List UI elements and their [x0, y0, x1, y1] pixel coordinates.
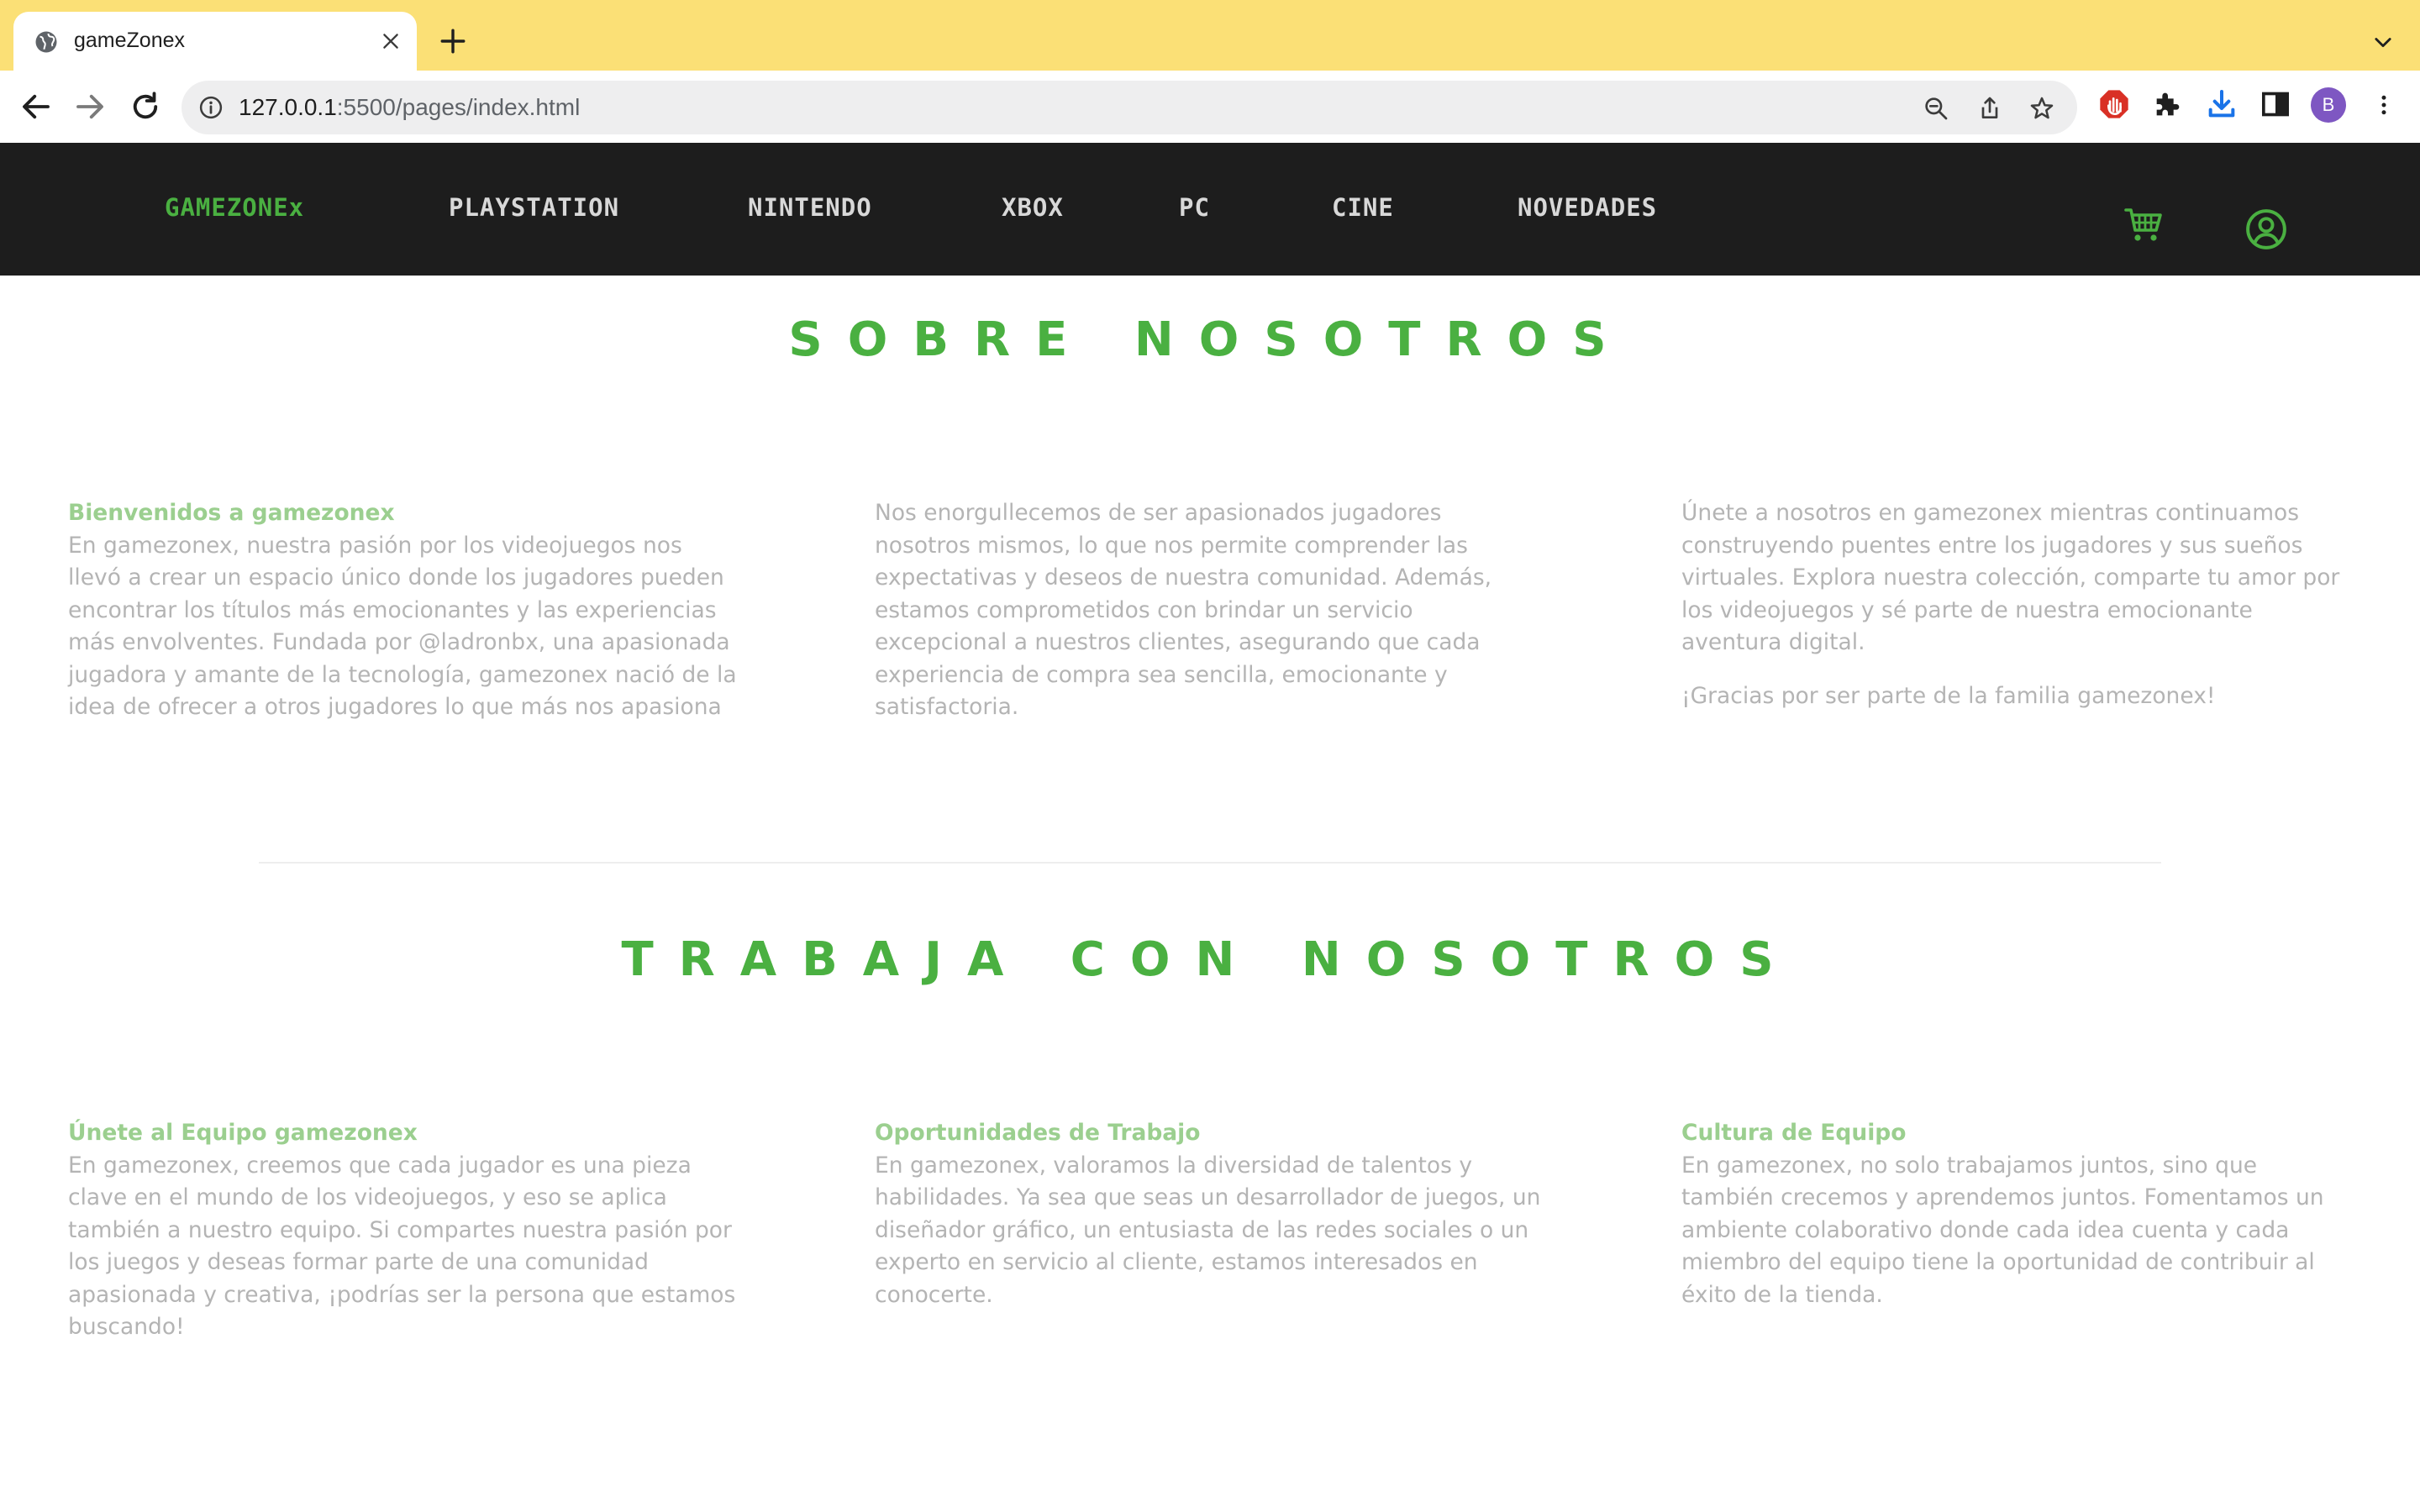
user-icon[interactable]: [2245, 208, 2287, 250]
site-info-icon[interactable]: [198, 95, 224, 120]
browser-tab[interactable]: gameZonex: [13, 12, 417, 71]
nav-item-xbox[interactable]: XBOX: [1002, 193, 1064, 222]
about-col3-text: Únete a nosotros en gamezonex mientras c…: [1681, 500, 2340, 655]
forward-arrow-icon[interactable]: [72, 89, 108, 124]
section-divider: [259, 862, 2161, 864]
work-section-title: TRABAJA CON NOSOTROS: [621, 932, 1799, 987]
nav-item-cine[interactable]: CINE: [1332, 193, 1394, 222]
more-menu-icon[interactable]: [2371, 91, 2396, 119]
about-column-3: Únete a nosotros en gamezonex mientras c…: [1681, 497, 2354, 712]
zoom-out-icon[interactable]: [1923, 95, 1949, 122]
work-column-1: Únete al Equipo gamezonex En gamezonex, …: [68, 1117, 740, 1344]
adblock-extension-icon[interactable]: [2097, 87, 2131, 121]
work-col1-heading: Únete al Equipo gamezonex: [68, 1120, 418, 1146]
work-col2-heading: Oportunidades de Trabajo: [875, 1120, 1201, 1146]
work-paragraph-3: Cultura de Equipo En gamezonex, no solo …: [1681, 1117, 2354, 1311]
brand-logo-link[interactable]: GAMEZONEx: [165, 193, 304, 222]
url-host: 127.0.0.1: [239, 94, 337, 120]
url-text: 127.0.0.1:5500/pages/index.html: [239, 94, 580, 121]
address-bar[interactable]: 127.0.0.1:5500/pages/index.html: [182, 81, 2077, 134]
work-col3-text: En gamezonex, no solo trabajamos juntos,…: [1681, 1152, 2324, 1308]
download-icon[interactable]: [2205, 87, 2238, 121]
work-paragraph-1: Únete al Equipo gamezonex En gamezonex, …: [68, 1117, 740, 1344]
browser-toolbar: 127.0.0.1:5500/pages/index.html: [0, 71, 2420, 143]
tab-title: gameZonex: [74, 29, 186, 52]
about-col1-heading: Bienvenidos a gamezonex: [68, 500, 395, 526]
about-column-2: Nos enorgullecemos de ser apasionados ju…: [875, 497, 1539, 724]
work-col1-text: En gamezonex, creemos que cada jugador e…: [68, 1152, 736, 1341]
close-tab-icon[interactable]: [380, 30, 402, 52]
back-arrow-icon[interactable]: [18, 89, 54, 124]
url-path: :5500/pages/index.html: [336, 94, 581, 120]
new-tab-icon[interactable]: [439, 27, 467, 55]
profile-avatar[interactable]: B: [2311, 87, 2346, 123]
side-panel-icon[interactable]: [2259, 87, 2292, 121]
about-paragraph-1: Bienvenidos a gamezonex En gamezonex, nu…: [68, 497, 740, 724]
about-column-1: Bienvenidos a gamezonex En gamezonex, nu…: [68, 497, 740, 724]
about-col3-thanks: ¡Gracias por ser parte de la familia gam…: [1681, 682, 2216, 709]
work-column-3: Cultura de Equipo En gamezonex, no solo …: [1681, 1117, 2354, 1311]
globe-icon: [35, 31, 57, 53]
share-icon[interactable]: [1976, 95, 2003, 122]
work-col3-heading: Cultura de Equipo: [1681, 1120, 1907, 1146]
extensions-puzzle-icon[interactable]: [2151, 87, 2185, 121]
bookmark-star-icon[interactable]: [2028, 95, 2055, 122]
cart-icon[interactable]: [2124, 207, 2165, 244]
nav-item-novedades[interactable]: NOVEDADES: [1518, 193, 1657, 222]
nav-item-nintendo[interactable]: NINTENDO: [748, 193, 872, 222]
browser-tab-strip: gameZonex: [0, 0, 2420, 71]
nav-item-pc[interactable]: PC: [1179, 193, 1210, 222]
chevron-down-icon[interactable]: [2371, 30, 2395, 54]
work-column-2: Oportunidades de Trabajo En gamezonex, v…: [875, 1117, 1547, 1311]
site-navbar: GAMEZONEx PLAYSTATION NINTENDO XBOX PC C…: [0, 143, 2420, 276]
work-col2-text: En gamezonex, valoramos la diversidad de…: [875, 1152, 1541, 1308]
reload-icon[interactable]: [128, 89, 163, 124]
about-col2-text: Nos enorgullecemos de ser apasionados ju…: [875, 500, 1492, 720]
nav-item-playstation[interactable]: PLAYSTATION: [449, 193, 619, 222]
about-col1-text: En gamezonex, nuestra pasión por los vid…: [68, 532, 737, 721]
about-section-title: SOBRE NOSOTROS: [788, 312, 1632, 367]
work-paragraph-2: Oportunidades de Trabajo En gamezonex, v…: [875, 1117, 1547, 1311]
